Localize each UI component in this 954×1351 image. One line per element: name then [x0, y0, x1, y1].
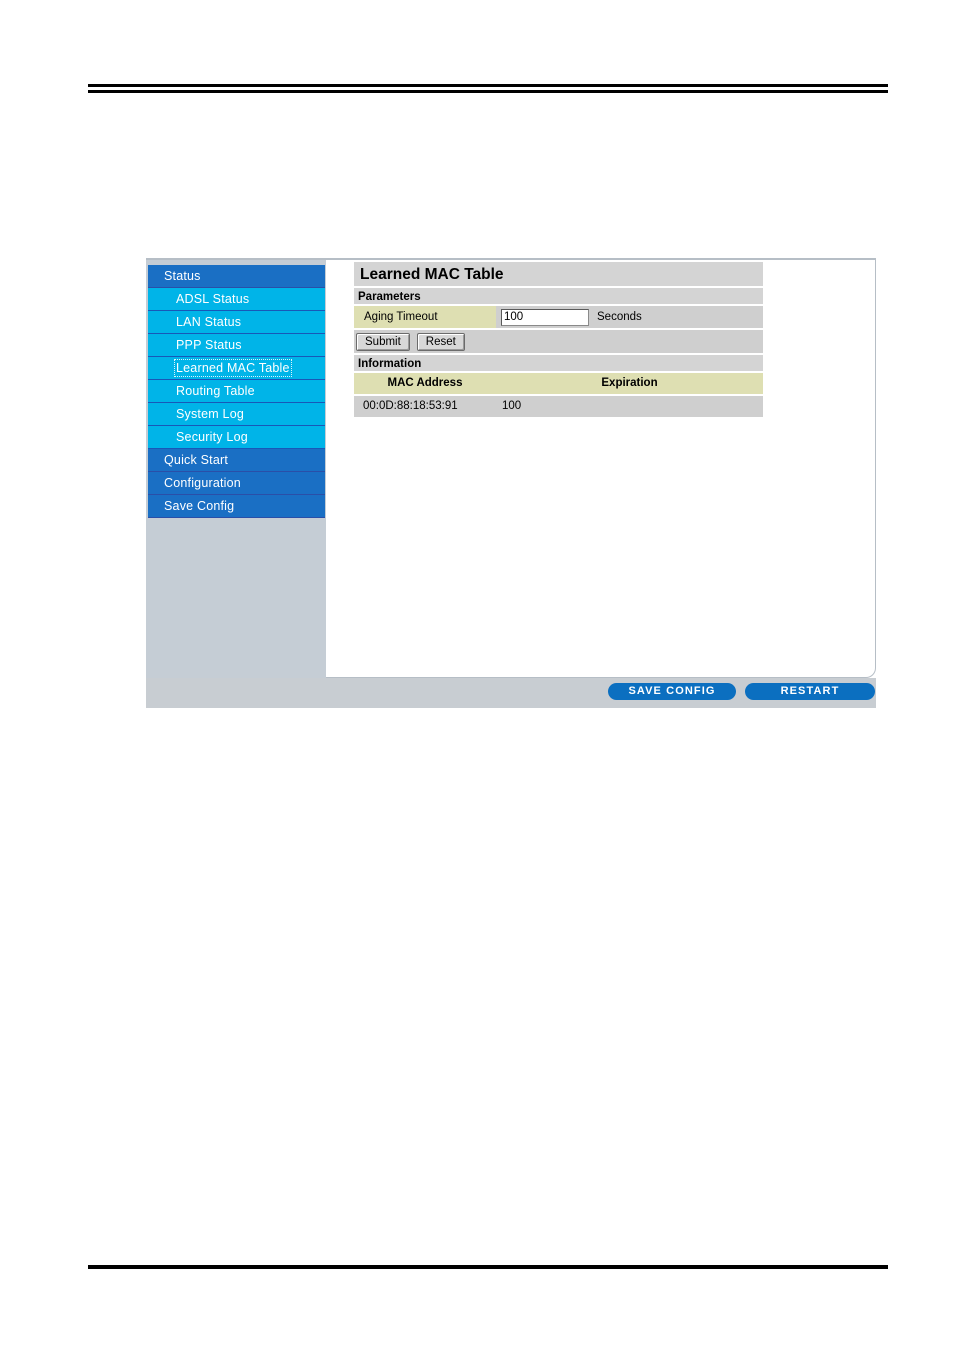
- information-heading: Information: [354, 355, 763, 373]
- sidebar-item-system-log[interactable]: System Log: [148, 403, 325, 426]
- sidebar-item-security-log[interactable]: Security Log: [148, 426, 325, 449]
- sidebar-item-adsl-status[interactable]: ADSL Status: [148, 288, 325, 311]
- sidebar: Status ADSL Status LAN Status PPP Status…: [146, 258, 326, 695]
- submit-button[interactable]: Submit: [356, 332, 410, 351]
- table-row: 00:0D:88:18:53:91 100: [354, 396, 763, 419]
- sidebar-item-learned-mac-table[interactable]: Learned MAC Table: [148, 357, 325, 380]
- sidebar-item-label: ADSL Status: [176, 292, 250, 306]
- sidebar-item-label: Configuration: [164, 476, 241, 490]
- sidebar-item-label: Routing Table: [176, 384, 255, 398]
- sidebar-item-label: System Log: [176, 407, 245, 421]
- page-rule-top: [88, 84, 888, 93]
- column-header-expiration: Expiration: [496, 373, 763, 394]
- page-rule-bottom: [88, 1265, 888, 1269]
- page-title: Learned MAC Table: [354, 262, 763, 288]
- footer-bar: SAVE CONFIG RESTART: [146, 678, 876, 708]
- sidebar-item-label: PPP Status: [176, 338, 242, 352]
- sidebar-item-label: Save Config: [164, 499, 235, 513]
- sidebar-item-quick-start[interactable]: Quick Start: [148, 449, 325, 472]
- aging-timeout-unit: Seconds: [597, 311, 642, 323]
- sidebar-item-save-config[interactable]: Save Config: [148, 495, 325, 518]
- sidebar-item-routing-table[interactable]: Routing Table: [148, 380, 325, 403]
- reset-button[interactable]: Reset: [416, 332, 465, 351]
- sidebar-item-ppp-status[interactable]: PPP Status: [148, 334, 325, 357]
- cell-expiration: 100: [496, 396, 763, 417]
- aging-timeout-label: Aging Timeout: [354, 306, 496, 328]
- sidebar-item-label: Status: [164, 269, 201, 283]
- main-content: Learned MAC Table Parameters Aging Timeo…: [326, 258, 876, 678]
- sidebar-item-lan-status[interactable]: LAN Status: [148, 311, 325, 334]
- router-web-ui: Status ADSL Status LAN Status PPP Status…: [146, 258, 876, 708]
- sidebar-item-label: LAN Status: [176, 315, 242, 329]
- sidebar-menu: Status ADSL Status LAN Status PPP Status…: [148, 265, 325, 518]
- sidebar-item-status[interactable]: Status: [148, 265, 325, 288]
- learned-mac-table-panel: Learned MAC Table Parameters Aging Timeo…: [354, 262, 763, 419]
- table-header-row: MAC Address Expiration: [354, 373, 763, 396]
- column-header-mac-address: MAC Address: [354, 373, 496, 394]
- aging-timeout-row: Aging Timeout Seconds: [354, 306, 763, 330]
- sidebar-item-label: Quick Start: [164, 453, 229, 467]
- cell-mac-address: 00:0D:88:18:53:91: [354, 396, 496, 417]
- sidebar-item-label: Security Log: [176, 430, 248, 444]
- sidebar-item-configuration[interactable]: Configuration: [148, 472, 325, 495]
- aging-timeout-input[interactable]: [501, 308, 589, 326]
- restart-button[interactable]: RESTART: [745, 683, 875, 700]
- parameters-heading: Parameters: [354, 288, 763, 306]
- sidebar-item-label: Learned MAC Table: [174, 359, 292, 377]
- form-button-row: Submit Reset: [354, 330, 763, 355]
- save-config-button[interactable]: SAVE CONFIG: [608, 683, 736, 700]
- aging-timeout-value-cell: Seconds: [496, 306, 763, 328]
